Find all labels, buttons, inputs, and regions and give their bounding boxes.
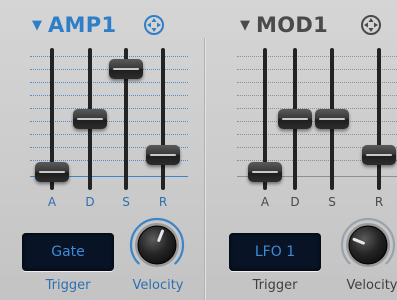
fader-handle-s[interactable] xyxy=(109,59,143,80)
amp1-velocity-label: Velocity xyxy=(132,278,184,293)
grid-guide-line xyxy=(237,95,397,96)
amp1-title: AMP1 xyxy=(48,13,117,37)
fader-handle-r[interactable] xyxy=(362,144,396,165)
fader-handle-d[interactable] xyxy=(278,109,312,130)
mod1-crosshair-icon[interactable] xyxy=(360,14,382,36)
fader-handle-a[interactable] xyxy=(248,161,282,182)
grid-guide-line xyxy=(237,69,397,70)
fader-label-d: D xyxy=(85,195,95,209)
panel-divider xyxy=(204,38,205,300)
fader-track-r[interactable] xyxy=(377,48,381,190)
trigger-value: LFO 1 xyxy=(254,244,296,260)
collapse-triangle-icon[interactable]: ▼ xyxy=(32,18,42,33)
grid-guide-line xyxy=(237,82,397,83)
amp1-trigger-display[interactable]: Gate xyxy=(22,233,114,271)
trigger-value: Gate xyxy=(51,244,85,260)
mod1-velocity-knob[interactable] xyxy=(337,214,397,276)
amp1-fader-grid xyxy=(30,48,188,190)
collapse-triangle-icon[interactable]: ▼ xyxy=(240,18,250,33)
fader-label-a: A xyxy=(47,195,57,209)
mod1-title: MOD1 xyxy=(256,13,328,37)
mod1-panel: ▼ MOD1 A D S R LFO 1 Trigger Velocity xyxy=(207,0,397,300)
amp1-velocity-knob[interactable] xyxy=(126,214,188,276)
fader-track-r[interactable] xyxy=(161,48,165,190)
amp1-panel: ▼ AMP1 A D S R Gate Trigger Velocity xyxy=(0,0,204,300)
grid-guide-line xyxy=(237,134,397,135)
mod1-velocity-label: Velocity xyxy=(346,278,397,293)
fader-label-a: A xyxy=(260,195,270,209)
mod1-fader-grid xyxy=(237,48,397,190)
grid-guide-line xyxy=(237,56,397,57)
mod1-header[interactable]: ▼ MOD1 xyxy=(240,12,328,38)
fader-label-s: S xyxy=(328,195,336,209)
amp1-crosshair-icon[interactable] xyxy=(143,14,165,36)
fader-handle-s[interactable] xyxy=(315,109,349,130)
mod1-trigger-label: Trigger xyxy=(252,278,298,293)
mod1-trigger-display[interactable]: LFO 1 xyxy=(229,233,321,271)
amp1-trigger-label: Trigger xyxy=(45,278,91,293)
fader-label-d: D xyxy=(290,195,300,209)
fader-label-r: R xyxy=(374,195,384,209)
fader-label-s: S xyxy=(122,195,130,209)
fader-handle-r[interactable] xyxy=(146,144,180,165)
fader-handle-a[interactable] xyxy=(35,161,69,182)
amp1-header[interactable]: ▼ AMP1 xyxy=(32,12,116,38)
fader-handle-d[interactable] xyxy=(73,109,107,130)
fader-label-r: R xyxy=(158,195,168,209)
